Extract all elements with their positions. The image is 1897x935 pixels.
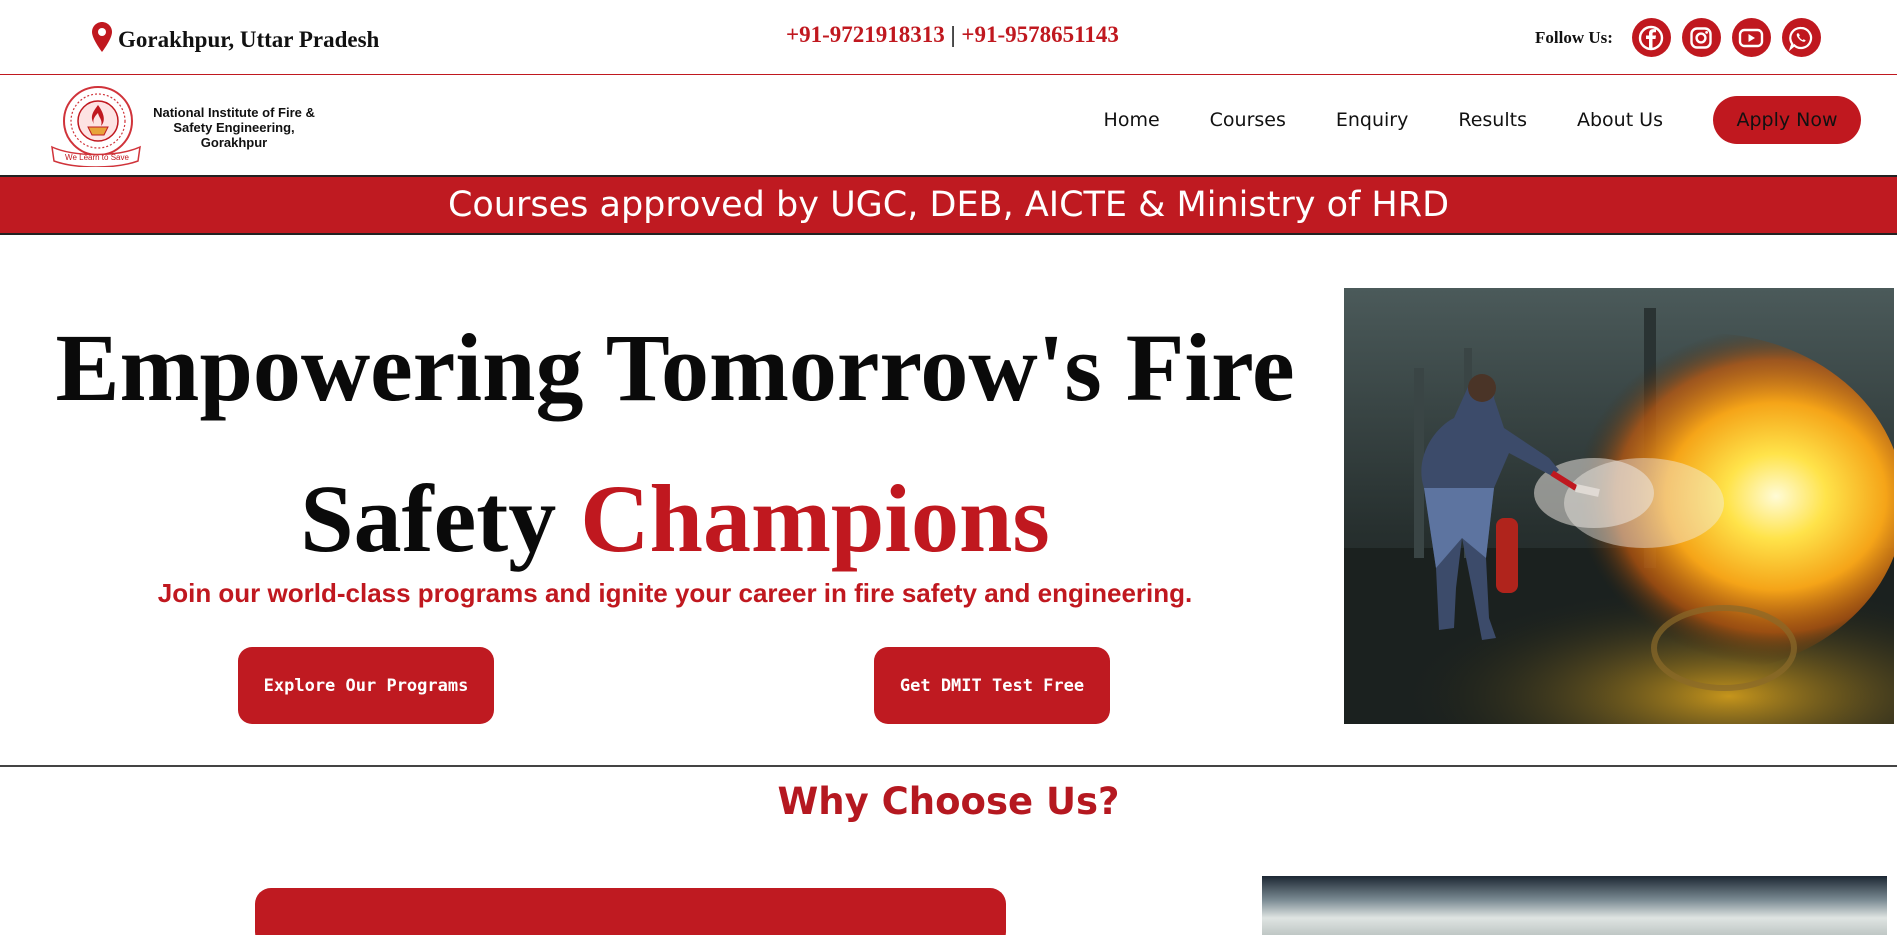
top-bar: Gorakhpur, Uttar Pradesh +91-9721918313 … <box>0 0 1897 75</box>
hero-title: Empowering Tomorrow's Fire Safety Champi… <box>20 292 1330 594</box>
social-links: Follow Us: <box>1535 18 1821 57</box>
hero-title-line-1: Empowering Tomorrow's Fire <box>55 314 1295 421</box>
section-image <box>1262 876 1887 935</box>
facebook-icon[interactable] <box>1631 18 1671 57</box>
why-choose-us-heading: Why Choose Us? <box>777 780 1120 823</box>
nav-home[interactable]: Home <box>1104 109 1160 131</box>
hero-title-line-2: Safety <box>300 465 581 572</box>
location: Gorakhpur, Uttar Pradesh <box>92 22 379 57</box>
approval-banner-text: Courses approved by UGC, DEB, AICTE & Mi… <box>447 185 1450 225</box>
site-logo-link[interactable]: We Learn to Save National Institute of F… <box>48 83 320 172</box>
map-pin-icon <box>92 22 112 57</box>
phone-numbers: +91-9721918313 | +91-9578651143 <box>786 22 1119 48</box>
whatsapp-icon[interactable] <box>1781 18 1821 57</box>
hero-fire-training-image <box>1344 288 1894 724</box>
main-nav: Home Courses Enquiry Results About Us Ap… <box>1054 96 1861 144</box>
nav-about-us[interactable]: About Us <box>1577 109 1663 131</box>
instagram-icon[interactable] <box>1681 18 1721 57</box>
institute-emblem: We Learn to Save <box>48 83 144 172</box>
phone-separator: | <box>944 22 962 47</box>
phone-link-2[interactable]: +91-9578651143 <box>961 22 1119 47</box>
hero-title-accent: Champions <box>580 465 1050 572</box>
apply-now-button[interactable]: Apply Now <box>1713 96 1861 144</box>
approval-banner: Courses approved by UGC, DEB, AICTE & Mi… <box>0 175 1897 235</box>
follow-label: Follow Us: <box>1535 27 1613 47</box>
section-divider <box>0 765 1897 767</box>
nav-results[interactable]: Results <box>1458 109 1527 131</box>
hero-subtitle: Join our world-class programs and ignite… <box>157 578 1193 608</box>
dmit-test-button[interactable]: Get DMIT Test Free <box>874 647 1110 724</box>
logo-motto: We Learn to Save <box>65 153 129 162</box>
location-text: Gorakhpur, Uttar Pradesh <box>118 26 380 52</box>
institute-name: National Institute of Fire & Safety Engi… <box>153 105 315 150</box>
nav-courses[interactable]: Courses <box>1210 109 1286 131</box>
phone-link-1[interactable]: +91-9721918313 <box>786 22 945 47</box>
header: We Learn to Save National Institute of F… <box>0 76 1897 175</box>
nav-enquiry[interactable]: Enquiry <box>1336 109 1408 131</box>
feature-card <box>255 888 1006 935</box>
youtube-icon[interactable] <box>1731 18 1771 57</box>
explore-programs-button[interactable]: Explore Our Programs <box>238 647 494 724</box>
